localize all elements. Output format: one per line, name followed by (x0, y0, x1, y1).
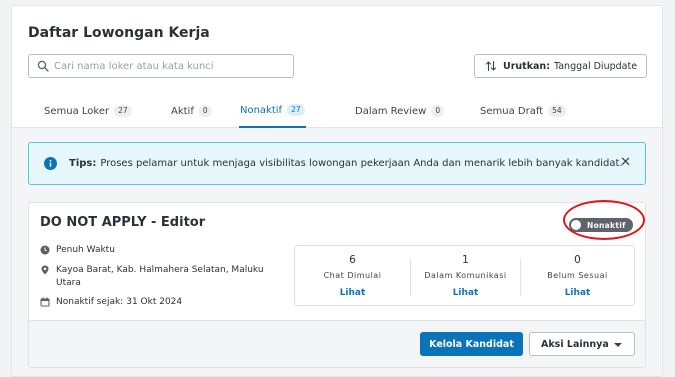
job-list-content: Tips: Proses pelamar untuk menjaga visib… (12, 128, 662, 376)
more-actions-dropdown[interactable]: Aksi Lainnya (529, 332, 635, 356)
more-actions-label: Aksi Lainnya (541, 338, 609, 350)
calendar-icon (40, 297, 50, 307)
stat-value: 1 (462, 254, 469, 266)
stat-view-link[interactable]: Lihat (521, 288, 634, 298)
tab-count-badge: 0 (431, 105, 445, 117)
tab-count-badge: 27 (114, 105, 132, 117)
tab-label: Semua Loker (44, 105, 110, 117)
tips-label: Tips: (69, 158, 97, 169)
search-box[interactable] (28, 54, 294, 78)
stat-view-link[interactable]: Lihat (295, 288, 410, 298)
inactive-since-value: 31 Okt 2024 (126, 297, 183, 307)
stat-label: Dalam Komunikasi (424, 271, 507, 280)
stat-label: Chat Dimulai (323, 271, 382, 280)
sort-label: Urutkan: (503, 60, 550, 72)
tab-aktif[interactable]: Aktif 0 (171, 94, 212, 128)
chevron-down-icon (614, 343, 622, 347)
stat-label: Belum Sesuai (547, 271, 608, 280)
tab-bar: Semua Loker 27 Aktif 0 Nonaktif 27 Dalam… (12, 94, 662, 128)
stat-view-link[interactable]: Lihat (411, 288, 520, 298)
employment-type-row: Penuh Waktu (40, 244, 115, 257)
job-location: Kayoa Barat, Kab. Halmahera Selatan, Mal… (56, 265, 264, 288)
stat-value: 6 (349, 254, 356, 266)
info-icon (44, 157, 57, 170)
tab-label: Nonaktif (240, 104, 283, 116)
clock-icon (40, 245, 50, 255)
inactive-since-row: Nonaktif sejak: 31 Okt 2024 (40, 296, 182, 309)
page-title: Daftar Lowongan Kerja (28, 25, 210, 41)
tab-count-badge: 27 (287, 104, 305, 116)
tab-count-badge: 0 (198, 105, 212, 117)
tips-text: Proses pelamar untuk menjaga visibilitas… (100, 158, 623, 169)
inactive-since-label: Nonaktif sejak: (56, 297, 124, 307)
manage-candidates-button[interactable]: Kelola Kandidat (420, 332, 523, 356)
stat-chat-dimulai: 6 Chat Dimulai Lihat (295, 246, 410, 307)
job-title[interactable]: DO NOT APPLY - Editor (40, 215, 205, 230)
tab-nonaktif[interactable]: Nonaktif 27 (239, 94, 306, 128)
tab-semua-draft[interactable]: Semua Draft 54 (480, 94, 566, 128)
location-pin-icon (41, 265, 49, 275)
tab-label: Dalam Review (355, 105, 427, 117)
tab-dalam-review[interactable]: Dalam Review 0 (355, 94, 445, 128)
job-card-actions: Kelola Kandidat Aksi Lainnya (29, 320, 645, 367)
location-row: Kayoa Barat, Kab. Halmahera Selatan, Mal… (40, 264, 271, 290)
sort-value: Tanggal Diupdate (554, 60, 638, 72)
tab-label: Aktif (171, 105, 194, 117)
job-card: DO NOT APPLY - Editor Nonaktif Penuh Wak… (28, 202, 646, 368)
candidate-stats: 6 Chat Dimulai Lihat 1 Dalam Komunikasi … (294, 245, 635, 306)
sort-button[interactable]: Urutkan: Tanggal Diupdate (474, 54, 647, 78)
stat-dalam-komunikasi: 1 Dalam Komunikasi Lihat (411, 246, 520, 307)
tab-count-badge: 54 (548, 105, 566, 117)
job-list-panel: Daftar Lowongan Kerja Urutkan: Tanggal D… (11, 5, 663, 377)
stat-value: 0 (574, 254, 581, 266)
highlight-ring (563, 200, 645, 240)
tab-semua-loker[interactable]: Semua Loker 27 (44, 94, 132, 128)
employment-type: Penuh Waktu (56, 245, 115, 255)
search-icon (37, 60, 49, 72)
sort-icon (485, 60, 497, 72)
stat-belum-sesuai: 0 Belum Sesuai Lihat (521, 246, 634, 307)
tab-label: Semua Draft (480, 105, 544, 117)
tips-banner: Tips: Proses pelamar untuk menjaga visib… (28, 142, 646, 185)
search-input[interactable] (54, 58, 289, 74)
close-icon[interactable]: ✕ (620, 156, 631, 170)
